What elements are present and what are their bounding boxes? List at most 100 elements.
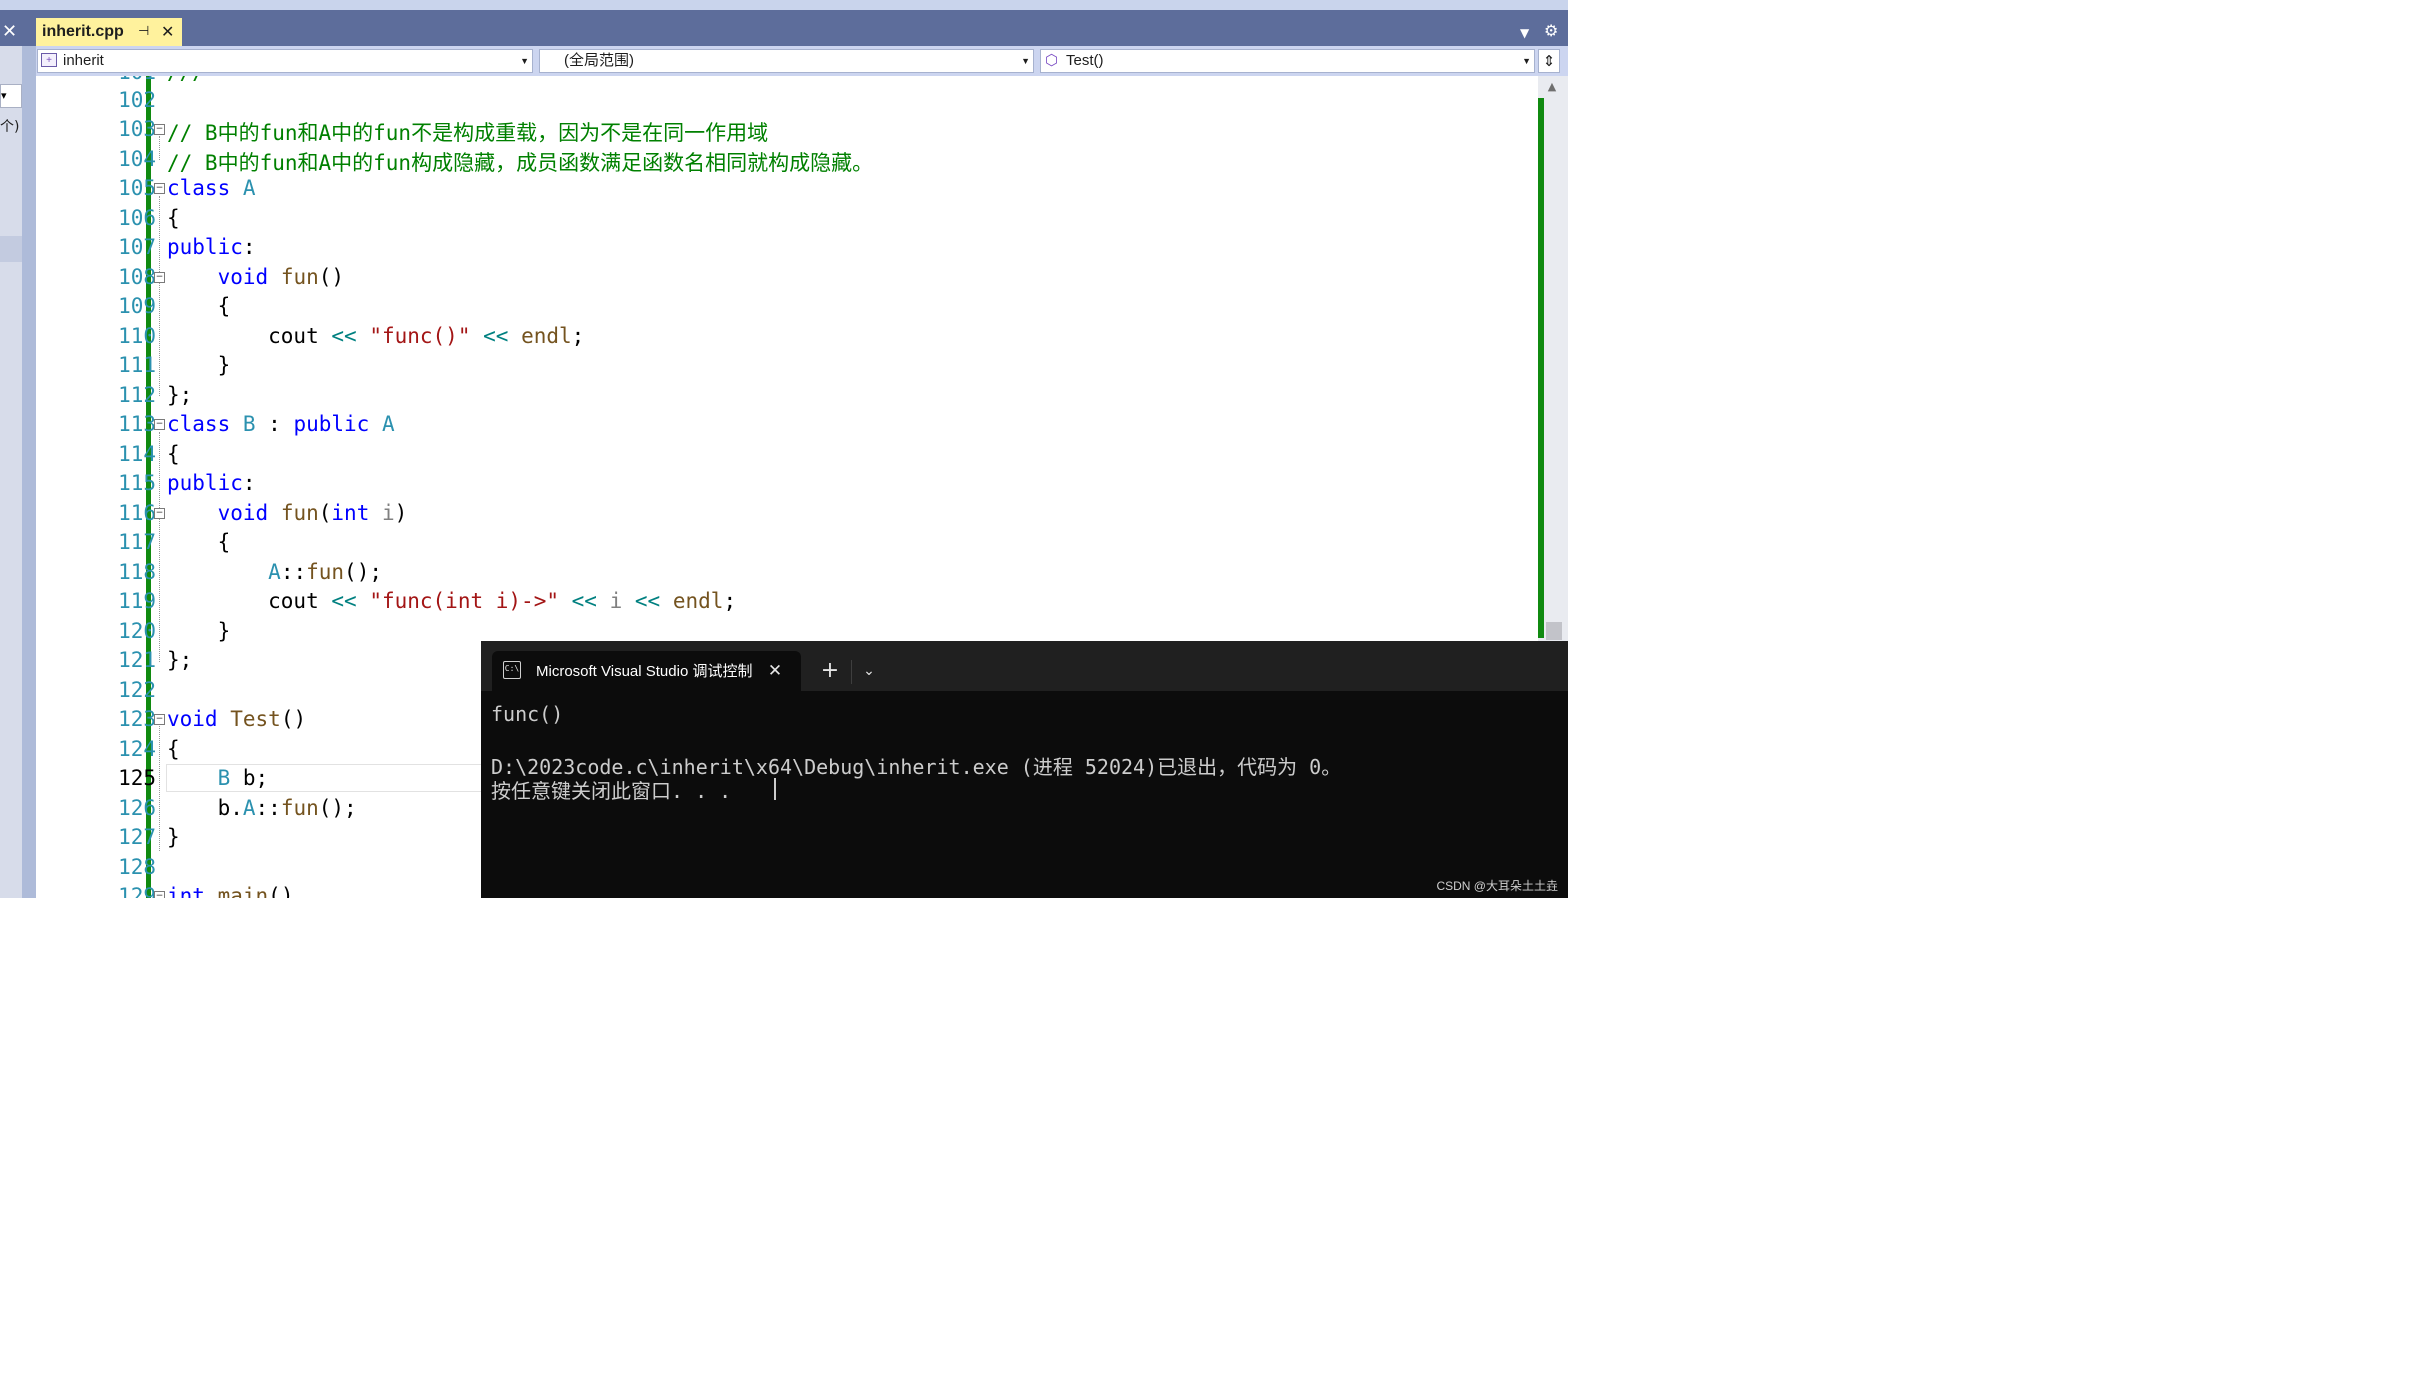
outline-guide [159, 136, 160, 160]
code-line: } [167, 825, 180, 849]
scope-dropdown[interactable]: (全局范围) ▼ [539, 49, 1034, 73]
line-number: 117 [118, 530, 156, 554]
line-number: 128 [118, 855, 156, 879]
watermark: CSDN @大耳朵土土垚 [1436, 879, 1558, 893]
left-panel-close-icon[interactable]: ✕ [2, 20, 22, 44]
console-output-line: func() [491, 702, 564, 726]
console-tab-title: Microsoft Visual Studio 调试控制台 [536, 663, 752, 680]
line-number: 101 [74, 76, 156, 84]
code-line: cout << "func(int i)->" << i << endl; [167, 589, 737, 613]
chevron-down-icon: ▼ [520, 56, 529, 66]
close-icon[interactable]: ✕ [765, 660, 785, 682]
left-panel-selected-row[interactable] [0, 236, 22, 262]
code-line: cout << "func()" << endl; [167, 324, 585, 348]
code-line: }; [167, 648, 193, 672]
code-line: public: [167, 235, 256, 259]
console-output-line: 按任意键关闭此窗口. . . [491, 779, 732, 803]
new-tab-icon[interactable]: + [819, 659, 841, 683]
collapse-toggle[interactable]: − [154, 508, 165, 519]
scrollbar-change-marker [1538, 98, 1544, 638]
member-dropdown-value: Test() [1066, 52, 1104, 69]
project-dropdown-value: inherit [63, 52, 104, 69]
current-line-number: 125 [118, 766, 156, 790]
document-tab-bar [36, 10, 1568, 46]
line-number: 121 [118, 648, 156, 672]
line-number: 118 [118, 560, 156, 584]
tab-label: inherit.cpp [42, 23, 124, 40]
line-number: 113 [118, 412, 156, 436]
window-top-strip [0, 0, 1568, 10]
line-number: 116 [118, 501, 156, 525]
code-line: { [167, 206, 180, 230]
chevron-down-icon: ▼ [1522, 56, 1531, 66]
code-line: class A [167, 176, 256, 200]
member-dropdown[interactable]: ⬡ Test() ▼ [1040, 49, 1535, 73]
close-tab-icon[interactable]: ✕ [161, 21, 179, 43]
line-number: 112 [118, 383, 156, 407]
partial-code-line: /// [167, 76, 205, 84]
code-line: void fun(int i) [217, 501, 408, 525]
chevron-down-icon: ▼ [1021, 56, 1030, 66]
code-line: { [167, 530, 231, 554]
code-line: { [167, 294, 231, 318]
collapse-toggle[interactable]: − [154, 183, 165, 194]
scope-dropdown-value: (全局范围) [564, 52, 634, 69]
code-line: b.A::fun(); [167, 796, 357, 820]
line-number: 129 [118, 884, 156, 898]
comment-line: // B中的fun和A中的fun构成隐藏，成员函数满足函数名相同就构成隐藏。 [167, 151, 874, 175]
code-line: class B : public A [167, 412, 395, 436]
code-line: }; [167, 383, 193, 407]
function-cube-icon: ⬡ [1045, 52, 1059, 69]
line-number: 119 [118, 589, 156, 613]
collapse-toggle[interactable]: − [154, 272, 165, 283]
code-line: { [167, 442, 180, 466]
scroll-up-icon[interactable]: ▲ [1543, 80, 1561, 94]
console-cursor [774, 778, 776, 800]
collapse-toggle[interactable]: − [154, 891, 165, 898]
code-line: int main() [167, 884, 294, 898]
code-line: A::fun(); [268, 560, 382, 584]
terminal-icon: C:\ [503, 661, 521, 679]
code-line: { [167, 737, 180, 761]
line-number: 106 [118, 206, 156, 230]
titlebar-divider [851, 660, 852, 684]
code-line: void Test() [167, 707, 307, 731]
line-number: 127 [118, 825, 156, 849]
outline-guide [159, 726, 160, 851]
code-line: void fun() [217, 265, 345, 289]
line-number: 123 [118, 707, 156, 731]
pin-icon[interactable]: ⊣ [138, 22, 154, 42]
code-line: } [167, 353, 231, 377]
collapse-toggle[interactable]: − [154, 419, 165, 430]
gear-icon[interactable]: ⚙ [1544, 21, 1564, 41]
line-number: 110 [118, 324, 156, 348]
left-panel-edge [22, 46, 36, 898]
line-number: 111 [118, 353, 156, 377]
line-number: 107 [118, 235, 156, 259]
line-number: 124 [118, 737, 156, 761]
project-dropdown[interactable]: + inherit ▼ [37, 49, 533, 73]
left-panel-dropdown[interactable]: ▾ [0, 84, 22, 108]
line-number: 103 [118, 117, 156, 141]
line-number: 126 [118, 796, 156, 820]
collapse-toggle[interactable]: − [154, 714, 165, 725]
line-number: 122 [118, 678, 156, 702]
line-number: 102 [118, 88, 156, 112]
line-number: 105 [118, 176, 156, 200]
current-code-line: B b; [217, 766, 269, 790]
scrollbar-thumb[interactable] [1546, 622, 1562, 640]
split-editor-icon[interactable]: ⇕ [1538, 49, 1560, 73]
line-number: 115 [118, 471, 156, 495]
outline-guide [159, 196, 160, 396]
code-line: public: [167, 471, 256, 495]
comment-line: // B中的fun和A中的fun不是构成重载，因为不是在同一作用域 [167, 121, 769, 145]
line-number: 109 [118, 294, 156, 318]
chevron-down-icon[interactable]: ⌄ [859, 661, 879, 681]
collapse-toggle[interactable]: − [154, 124, 165, 135]
line-number: 120 [118, 619, 156, 643]
line-number: 114 [118, 442, 156, 466]
code-line: } [167, 619, 231, 643]
tab-list-dropdown-icon[interactable]: ▼ [1520, 24, 1538, 42]
outline-guide [159, 432, 160, 662]
project-icon: + [41, 53, 57, 67]
